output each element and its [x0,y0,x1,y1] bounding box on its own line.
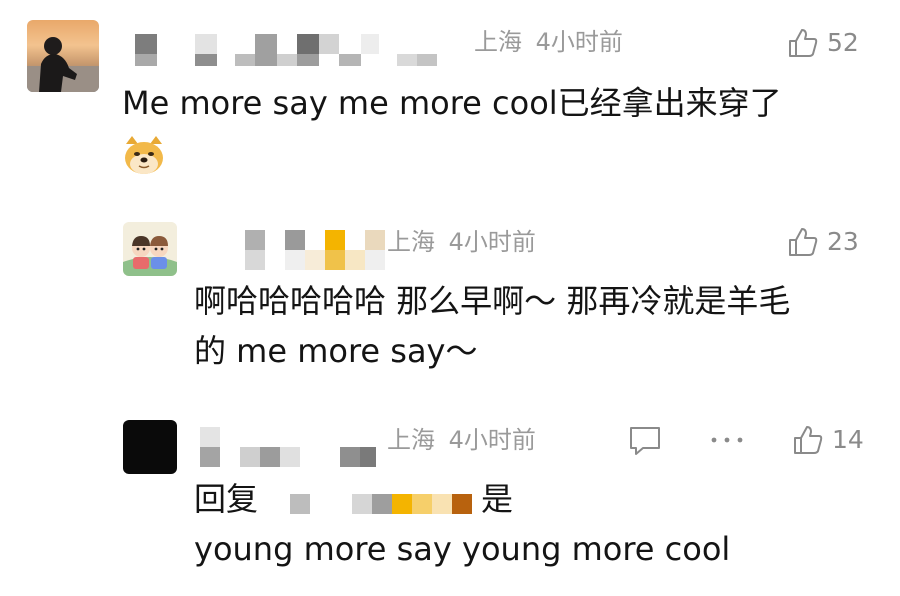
thumbs-up-icon [789,228,818,256]
comment-meta: 上海 4小时前 [387,426,536,454]
like-button[interactable]: 23 [787,226,859,258]
comment-text: 啊哈哈哈哈哈 那么早啊～ 那再冷就是羊毛 的 me more say～ [194,276,884,376]
thumbs-up-icon [789,29,818,57]
avatar[interactable] [123,420,177,474]
location: 上海 [387,426,435,454]
reply-username-mosaic[interactable] [290,492,480,516]
like-count: 14 [832,425,864,454]
doge-emoji [122,134,166,178]
comment-text: young more say young more cool [194,530,731,568]
comment-text-line: 啊哈哈哈哈哈 那么早啊～ 那再冷就是羊毛 [194,282,791,320]
like-button[interactable]: 52 [787,27,859,59]
avatar[interactable] [123,222,177,276]
username-mosaic[interactable] [215,228,390,272]
avatar-photo [27,37,99,92]
comment-text: Me more say me more cool已经拿出来穿了 [122,84,782,122]
reply-button[interactable] [627,424,663,458]
comment-bubble-icon [630,427,660,455]
comment-meta: 上海 4小时前 [387,228,536,256]
avatar[interactable] [27,20,99,92]
like-count: 23 [827,227,859,256]
like-button[interactable]: 14 [792,424,864,456]
location: 上海 [474,28,522,56]
location: 上海 [387,228,435,256]
username-mosaic[interactable] [200,425,380,469]
thumbs-up-icon [794,426,823,454]
like-count: 52 [827,28,859,57]
comment-meta: 上海 4小时前 [474,28,623,56]
timestamp: 4小时前 [535,28,623,56]
comment-text-line: 的 me more say～ [194,332,478,370]
timestamp: 4小时前 [448,426,536,454]
more-button[interactable] [708,430,746,450]
username-mosaic[interactable] [135,30,445,70]
timestamp: 4小时前 [448,228,536,256]
avatar-cartoon [123,222,177,276]
reply-prefix: 回复 [194,480,259,518]
more-dots-icon [711,437,743,443]
reply-suffix: 是 [481,480,514,518]
